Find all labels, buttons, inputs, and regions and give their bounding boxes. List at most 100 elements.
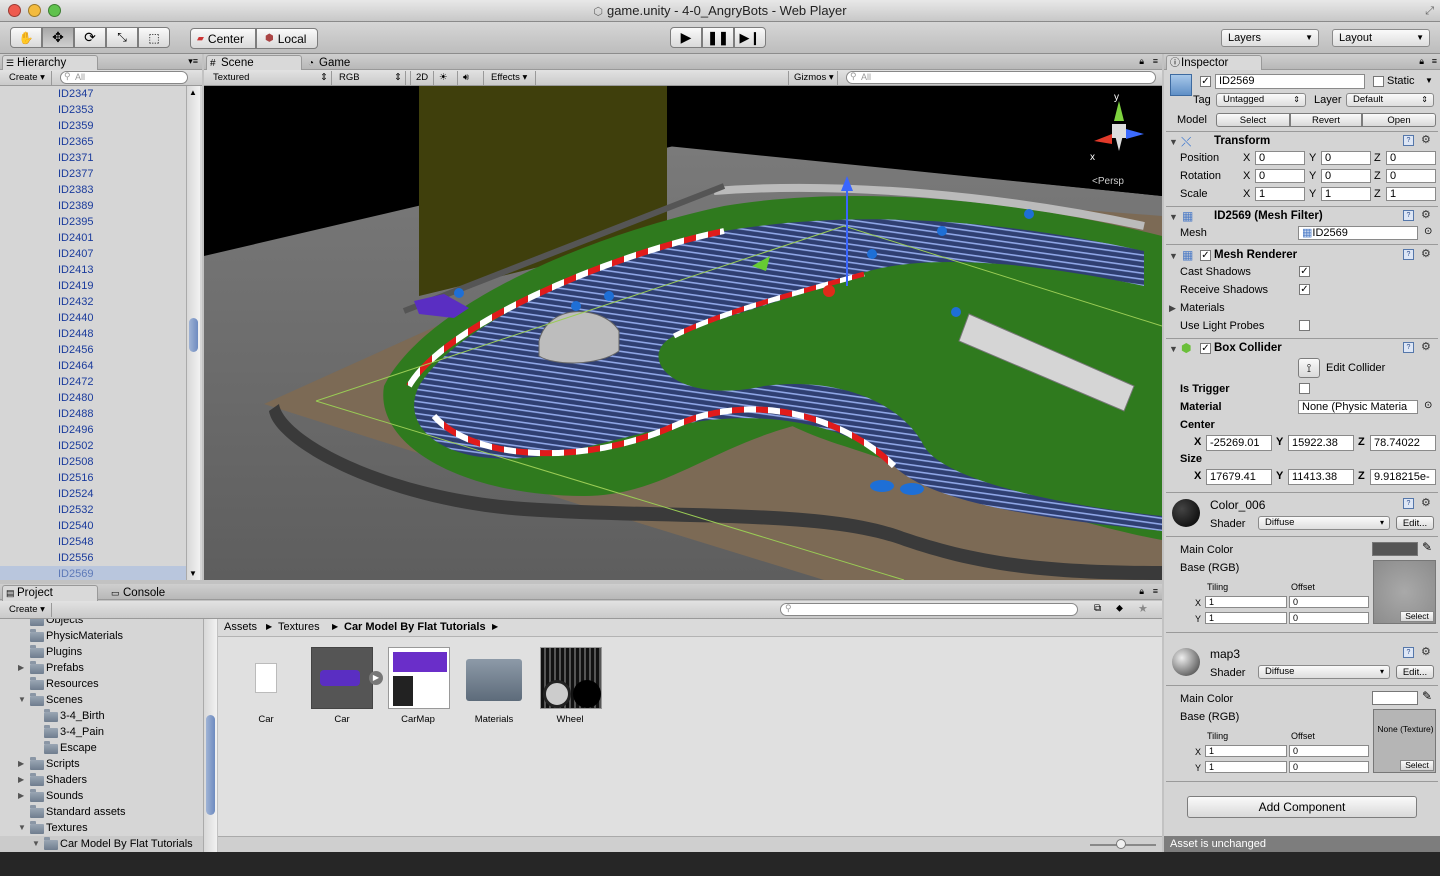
scale-y-field[interactable]: 1: [1321, 187, 1371, 201]
tiling-x-field[interactable]: 1: [1205, 745, 1287, 757]
panel-menu-icon[interactable]: ≡: [1432, 56, 1437, 66]
axis-label[interactable]: Y: [1309, 170, 1316, 182]
breadcrumb-item[interactable]: Assets: [224, 621, 257, 633]
hierarchy-item[interactable]: ID2496: [58, 422, 93, 438]
axis-label[interactable]: X: [1243, 152, 1250, 164]
gear-icon[interactable]: ⚙: [1421, 133, 1431, 146]
edit-collider-button[interactable]: ⟟: [1298, 358, 1320, 378]
filter-type-icon[interactable]: ⧉: [1094, 603, 1101, 614]
scroll-up-icon[interactable]: ▲: [189, 88, 197, 97]
folder-tree-item[interactable]: Resources: [0, 676, 204, 692]
icon-size-slider-handle[interactable]: [1116, 839, 1126, 849]
hierarchy-create-dropdown[interactable]: Create ▾: [4, 71, 52, 85]
foldout-arrow-icon[interactable]: ▼: [18, 820, 26, 836]
tab-game[interactable]: ◔ Game: [304, 55, 400, 71]
hierarchy-scroll-thumb[interactable]: [189, 318, 198, 352]
step-button[interactable]: ▶❙: [734, 27, 766, 48]
axis-label[interactable]: Y: [1309, 188, 1316, 200]
foldout-arrow-icon[interactable]: ▼: [32, 836, 40, 852]
lock-icon[interactable]: 🔒︎: [1139, 56, 1144, 67]
folder-tree-item[interactable]: Plugins: [0, 644, 204, 660]
pause-button[interactable]: ❚❚: [702, 27, 734, 48]
gear-icon[interactable]: ⚙: [1421, 208, 1431, 221]
hierarchy-item[interactable]: ID2464: [58, 358, 93, 374]
help-book-icon[interactable]: ?: [1403, 647, 1414, 658]
project-create-dropdown[interactable]: Create ▾: [4, 603, 52, 617]
tab-hierarchy[interactable]: ☰ Hierarchy: [2, 55, 98, 71]
folder-tree-item[interactable]: ▶ Shaders: [0, 772, 204, 788]
rect-tool-button[interactable]: ⬚: [138, 27, 170, 48]
minimize-window-button[interactable]: [28, 4, 41, 17]
gear-icon[interactable]: ⚙: [1421, 340, 1431, 353]
close-window-button[interactable]: [8, 4, 21, 17]
model-select-button[interactable]: Select: [1216, 113, 1290, 127]
material-edit-button[interactable]: Edit...: [1396, 516, 1434, 530]
hierarchy-item[interactable]: ID2548: [58, 534, 93, 550]
tiling-y-field[interactable]: 1: [1205, 761, 1287, 773]
x-cone[interactable]: [1094, 134, 1112, 144]
gizmo-x-handle[interactable]: [823, 285, 835, 297]
axis-label[interactable]: Z: [1374, 188, 1381, 200]
hierarchy-item[interactable]: ID2395: [58, 214, 93, 230]
model-revert-button[interactable]: Revert: [1290, 113, 1362, 127]
receive-shadows-checkbox[interactable]: ✓: [1299, 284, 1310, 295]
favorite-star-icon[interactable]: ★: [1138, 602, 1148, 615]
offset-x-field[interactable]: 0: [1289, 745, 1369, 757]
render-mode-dropdown[interactable]: Textured ⇕: [208, 71, 332, 85]
hierarchy-item[interactable]: ID2401: [58, 230, 93, 246]
size-z-field[interactable]: 9.918215e-: [1370, 469, 1436, 485]
shader-dropdown[interactable]: Diffuse ▾: [1258, 665, 1390, 679]
hierarchy-item[interactable]: ID2389: [58, 198, 93, 214]
rotation-z-field[interactable]: 0: [1386, 169, 1436, 183]
hierarchy-item[interactable]: ID2432: [58, 294, 93, 310]
tag-dropdown[interactable]: Untagged ⇕: [1216, 93, 1306, 107]
folder-tree-item[interactable]: ▶ Sounds: [0, 788, 204, 804]
scale-z-field[interactable]: 1: [1386, 187, 1436, 201]
breadcrumb-item[interactable]: Car Model By Flat Tutorials: [344, 621, 486, 633]
mesh-renderer-foldout-icon[interactable]: ▼: [1169, 251, 1178, 261]
model-open-button[interactable]: Open: [1362, 113, 1436, 127]
cast-shadows-checkbox[interactable]: ✓: [1299, 266, 1310, 277]
rotate-tool-button[interactable]: ⟳: [74, 27, 106, 48]
hierarchy-item[interactable]: ID2353: [58, 102, 93, 118]
axis-label[interactable]: Y: [1309, 152, 1316, 164]
offset-x-field[interactable]: 0: [1289, 596, 1369, 608]
hierarchy-item[interactable]: ID2419: [58, 278, 93, 294]
foldout-arrow-icon[interactable]: ▼: [18, 692, 26, 708]
shader-dropdown[interactable]: Diffuse ▾: [1258, 516, 1390, 530]
tab-console[interactable]: ▭ Console: [108, 585, 204, 601]
center-y-field[interactable]: 15922.38: [1288, 435, 1354, 451]
folder-tree-item[interactable]: 3-4_Birth: [0, 708, 204, 724]
fullscreen-icon[interactable]: ⤢: [1425, 0, 1434, 22]
axis-label[interactable]: Z: [1374, 170, 1381, 182]
scale-x-field[interactable]: 1: [1255, 187, 1305, 201]
size-x-field[interactable]: 17679.41: [1206, 469, 1272, 485]
play-button[interactable]: ▶: [670, 27, 702, 48]
hierarchy-item[interactable]: ID2448: [58, 326, 93, 342]
hierarchy-item[interactable]: ID2371: [58, 150, 93, 166]
box-collider-foldout-icon[interactable]: ▼: [1169, 344, 1178, 354]
folder-tree-item[interactable]: ▼ Car Model By Flat Tutorials: [0, 836, 204, 852]
axis-label[interactable]: X: [1243, 170, 1250, 182]
axis-label[interactable]: Y: [1276, 436, 1283, 448]
axis-label[interactable]: X: [1194, 436, 1201, 448]
gizmo-center-cube[interactable]: [1112, 124, 1126, 138]
hierarchy-item[interactable]: ID2413: [58, 262, 93, 278]
folder-tree-item[interactable]: Escape: [0, 740, 204, 756]
expand-arrow-icon[interactable]: ▶: [369, 671, 383, 685]
axis-label[interactable]: Z: [1358, 436, 1365, 448]
breadcrumb-item[interactable]: Textures: [278, 621, 320, 633]
foldout-arrow-icon[interactable]: ▶: [18, 788, 24, 804]
scene-render[interactable]: [204, 86, 1162, 580]
rotation-x-field[interactable]: 0: [1255, 169, 1305, 183]
axis-label[interactable]: X: [1194, 470, 1201, 482]
layout-dropdown[interactable]: Layout ▼: [1332, 29, 1430, 47]
hierarchy-item[interactable]: ID2516: [58, 470, 93, 486]
object-picker-icon[interactable]: ⊙: [1424, 400, 1432, 411]
mesh-filter-foldout-icon[interactable]: ▼: [1169, 212, 1178, 222]
project-tree-scrollbar[interactable]: [203, 619, 217, 852]
layer-dropdown[interactable]: Default ⇕: [1346, 93, 1434, 107]
scene-orientation-gizmo[interactable]: y x <Persp: [1084, 92, 1154, 187]
folder-tree-item[interactable]: ▼ Scenes: [0, 692, 204, 708]
materials-foldout-icon[interactable]: ▶: [1169, 303, 1176, 314]
